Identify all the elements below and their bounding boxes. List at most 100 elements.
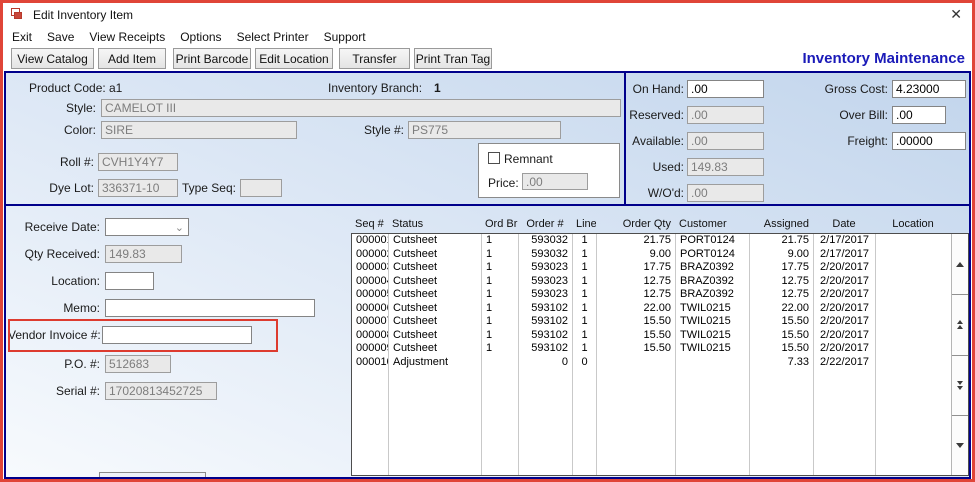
- edit-location-button[interactable]: Edit Location: [255, 48, 333, 69]
- column-header[interactable]: Line: [572, 218, 596, 230]
- view-catalog-button[interactable]: View Catalog: [11, 48, 94, 69]
- qty-received-field: 149.83: [105, 245, 182, 263]
- grid-cell: Cutsheet: [389, 261, 482, 275]
- menu-item-save[interactable]: Save: [47, 30, 74, 44]
- gross-cost-field[interactable]: 4.23000: [892, 80, 966, 98]
- grid-cell: [876, 247, 952, 261]
- grid-cell: TWIL0215: [676, 328, 750, 342]
- table-row[interactable]: 000001Cutsheet1593032121.75PORT012421.75…: [352, 234, 968, 248]
- grid-cell: 1: [482, 342, 519, 356]
- grid-cell: 1: [482, 288, 519, 302]
- table-row[interactable]: 000004Cutsheet1593023112.75BRAZ039212.75…: [352, 274, 968, 288]
- style-number-label: Style #:: [363, 123, 404, 137]
- chevron-down-icon[interactable]: ⌄: [175, 220, 184, 235]
- menu-item-select-printer[interactable]: Select Printer: [237, 30, 309, 44]
- menu-item-support[interactable]: Support: [324, 30, 366, 44]
- table-row[interactable]: 000003Cutsheet1593023117.75BRAZ039217.75…: [352, 261, 968, 275]
- location-field[interactable]: 220A: [105, 272, 154, 290]
- print-tran-tag-button[interactable]: Print Tran Tag: [414, 48, 492, 69]
- vendor-invoice-field[interactable]: [102, 326, 252, 344]
- reserved-field: .00: [687, 106, 764, 124]
- table-row[interactable]: 000005Cutsheet1593023112.75BRAZ039212.75…: [352, 288, 968, 302]
- grid-cell: [876, 288, 952, 302]
- grid-cell: BRAZ0392: [676, 274, 750, 288]
- grid-cell: 593023: [519, 288, 573, 302]
- table-row[interactable]: 000009Cutsheet1593102115.50TWIL021515.50…: [352, 342, 968, 356]
- table-row[interactable]: 000008Cutsheet1593102115.50TWIL021515.50…: [352, 328, 968, 342]
- grid-cell: 2/20/2017: [814, 274, 876, 288]
- column-header[interactable]: Customer: [675, 218, 749, 230]
- table-row[interactable]: 000010Adjustment 00 7.332/22/2017: [352, 355, 968, 369]
- price-label: Price:: [488, 176, 519, 190]
- grid-cell: [676, 369, 750, 475]
- column-header[interactable]: Location: [875, 218, 951, 230]
- grid-cell: Adjustment: [389, 355, 482, 369]
- grid-cell: 15.50: [750, 342, 814, 356]
- used-field: 149.83: [687, 158, 764, 176]
- grid-cell: 15.50: [750, 315, 814, 329]
- grid-cell: 000003: [352, 261, 389, 275]
- grid-cell: 17.75: [750, 261, 814, 275]
- grid-cell: [876, 274, 952, 288]
- column-header[interactable]: Order #: [518, 218, 572, 230]
- column-header[interactable]: Order Qty: [596, 218, 675, 230]
- grid-cell: 15.50: [750, 328, 814, 342]
- menu-bar: Exit Save View Receipts Options Select P…: [3, 27, 972, 47]
- type-seq-field: [240, 179, 282, 197]
- add-item-button[interactable]: Add Item: [98, 48, 166, 69]
- remnant-checkbox[interactable]: [488, 152, 500, 164]
- column-header[interactable]: Seq #: [351, 218, 388, 230]
- grid-cell: 12.75: [750, 274, 814, 288]
- grid-cell: [876, 369, 952, 475]
- grid-cell: 2/20/2017: [814, 328, 876, 342]
- over-bill-field[interactable]: .00: [892, 106, 946, 124]
- column-header[interactable]: Status: [388, 218, 481, 230]
- scroll-page-up-icon[interactable]: [952, 294, 968, 354]
- style-label: Style:: [65, 101, 96, 115]
- freight-field[interactable]: .00000: [892, 132, 966, 150]
- grid-cell: 593023: [519, 274, 573, 288]
- grid-cell: Cutsheet: [389, 315, 482, 329]
- table-row[interactable]: 000006Cutsheet1593102122.00TWIL021522.00…: [352, 301, 968, 315]
- grid-cell: [597, 369, 676, 475]
- product-code-value: a1: [109, 81, 123, 95]
- column-header[interactable]: Assigned: [749, 218, 813, 230]
- column-header[interactable]: Date: [813, 218, 875, 230]
- scroll-down-icon[interactable]: [952, 414, 968, 475]
- grid-cell: 1: [573, 234, 597, 248]
- grid-scrollbar[interactable]: [951, 234, 968, 475]
- on-hand-field[interactable]: .00: [687, 80, 764, 98]
- grid-cell: 7.33: [750, 355, 814, 369]
- location-label: Location:: [51, 274, 100, 288]
- qty-received-label: Qty Received:: [24, 247, 100, 261]
- grid-cell: 12.75: [597, 288, 676, 302]
- vendor-invoice-label: Vendor Invoice #:: [8, 328, 101, 342]
- scroll-up-icon[interactable]: [952, 234, 968, 294]
- grid-cell: 593023: [519, 261, 573, 275]
- grid-cell: [676, 355, 750, 369]
- menu-item-options[interactable]: Options: [180, 30, 221, 44]
- transfer-button[interactable]: Transfer: [339, 48, 410, 69]
- grid-cell: 2/20/2017: [814, 288, 876, 302]
- column-header[interactable]: Ord Br: [481, 218, 518, 230]
- grid-cell: PORT0124: [676, 234, 750, 248]
- grid-cell: BRAZ0392: [676, 288, 750, 302]
- grid-cell: Cutsheet: [389, 342, 482, 356]
- inventory-branch-value: 1: [434, 81, 441, 95]
- table-row[interactable]: 000002Cutsheet159303219.00PORT01249.002/…: [352, 247, 968, 261]
- grid-cell: TWIL0215: [676, 301, 750, 315]
- memo-field[interactable]: [105, 299, 315, 317]
- table-row[interactable]: 000007Cutsheet1593102115.50TWIL021515.50…: [352, 315, 968, 329]
- close-icon[interactable]: ✕: [950, 6, 962, 22]
- grid-filler-row: [352, 369, 968, 475]
- grid-cell: 1: [482, 234, 519, 248]
- grid-cell: TWIL0215: [676, 315, 750, 329]
- menu-item-view-receipts[interactable]: View Receipts: [89, 30, 165, 44]
- print-barcode-button[interactable]: Print Barcode: [173, 48, 251, 69]
- menu-item-exit[interactable]: Exit: [12, 30, 32, 44]
- scroll-page-down-icon[interactable]: [952, 354, 968, 415]
- receive-date-combobox[interactable]: 2/ 8/2017 ⌄: [105, 218, 189, 236]
- gross-cost-label: Gross Cost:: [824, 82, 888, 96]
- page-title: Inventory Maintenance: [802, 50, 965, 67]
- available-field: .00: [687, 132, 764, 150]
